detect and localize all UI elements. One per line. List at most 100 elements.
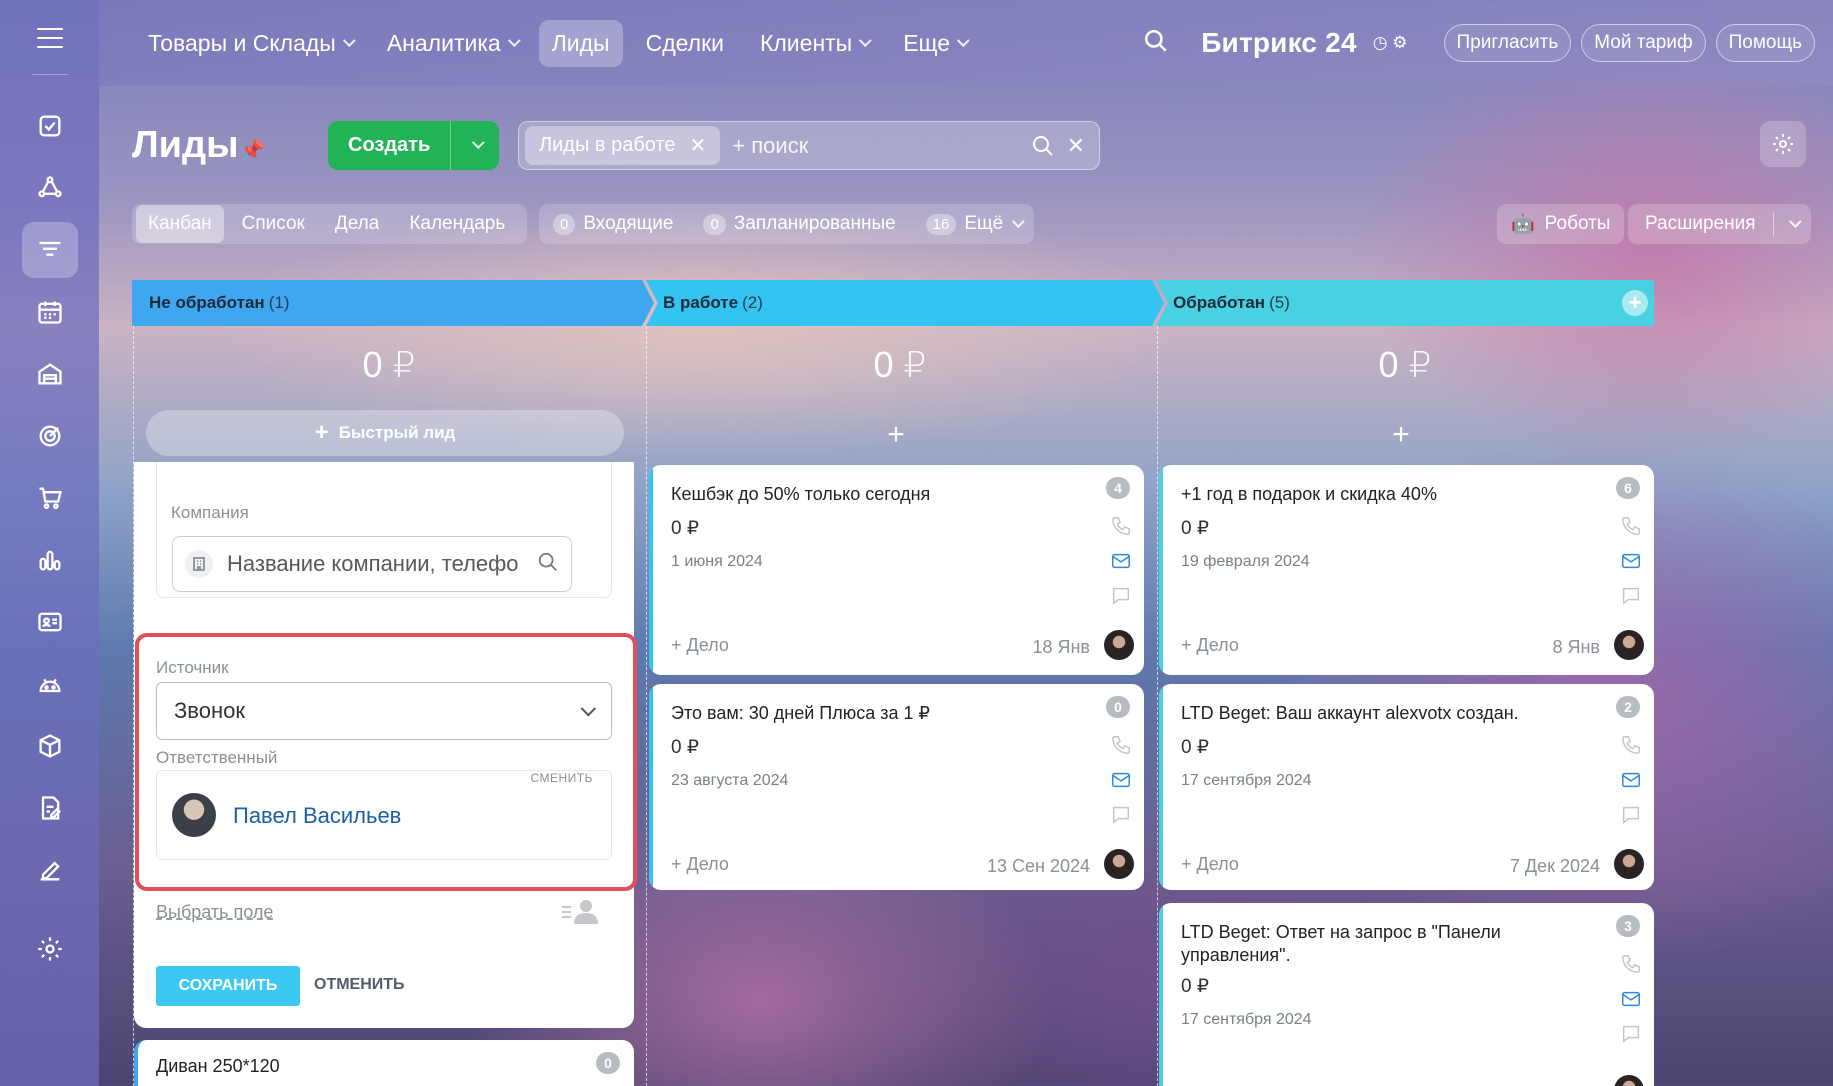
tab-activities[interactable]: Дела <box>323 205 391 243</box>
lead-title[interactable]: Кешбэк до 50% только сегодня <box>671 483 1091 506</box>
chevron-down-icon[interactable] <box>1774 214 1811 229</box>
save-button[interactable]: СОХРАНИТЬ <box>156 966 300 1006</box>
chevron-down-icon[interactable] <box>451 136 499 150</box>
invite-button[interactable]: Пригласить <box>1443 24 1572 62</box>
cancel-button[interactable]: ОТМЕНИТЬ <box>314 976 405 994</box>
lead-card[interactable]: Диван 250*120 0 <box>134 1040 634 1086</box>
mail-icon[interactable] <box>1110 769 1132 791</box>
sign-icon[interactable] <box>22 842 78 898</box>
close-icon[interactable]: ✕ <box>690 133 707 158</box>
create-button[interactable]: Создать <box>328 121 499 170</box>
box-icon[interactable] <box>22 718 78 774</box>
settings-icon[interactable] <box>22 921 78 977</box>
lead-card[interactable]: +1 год в подарок и скидка 40% 0 ₽ 19 фев… <box>1159 465 1654 675</box>
mail-icon[interactable] <box>1620 988 1642 1010</box>
nav-item-clients[interactable]: Клиенты <box>747 20 880 67</box>
lead-card[interactable]: Это вам: 30 дней Плюса за 1 ₽ 0 ₽ 23 авг… <box>649 684 1144 890</box>
add-deal-link[interactable]: + Дело <box>1181 635 1239 656</box>
avatar[interactable] <box>1614 630 1644 660</box>
add-deal-link[interactable]: + Дело <box>1181 854 1239 875</box>
nav-item-more[interactable]: Еще <box>890 20 978 67</box>
avatar[interactable] <box>1104 849 1134 879</box>
add-deal-link[interactable]: + Дело <box>671 635 729 656</box>
lead-card[interactable]: Кешбэк до 50% только сегодня 0 ₽ 1 июня … <box>649 465 1144 675</box>
chat-icon[interactable] <box>1620 585 1642 607</box>
feed-icon[interactable] <box>22 160 78 216</box>
add-column-button[interactable]: + <box>1622 290 1648 316</box>
phone-icon[interactable] <box>1110 515 1132 537</box>
column-title: Обработан <box>1173 293 1266 312</box>
analytics-icon[interactable] <box>22 408 78 464</box>
chat-icon[interactable] <box>1110 804 1132 826</box>
clock-settings-icon[interactable]: ◷ ⚙ <box>1373 33 1408 53</box>
chat-icon[interactable] <box>1620 1023 1642 1045</box>
mail-icon[interactable] <box>1620 550 1642 572</box>
calendar-icon[interactable] <box>22 284 78 340</box>
shop-icon[interactable] <box>22 470 78 526</box>
pin-icon[interactable]: 📌 <box>240 138 265 163</box>
phone-icon[interactable] <box>1110 734 1132 756</box>
filter-chip[interactable]: Лиды в работе ✕ <box>525 126 721 165</box>
robot-icon[interactable] <box>22 656 78 712</box>
menu-icon[interactable] <box>36 28 63 48</box>
company-input[interactable]: Название компании, телефо <box>172 536 572 592</box>
chat-icon[interactable] <box>1110 585 1132 607</box>
nav-item-deals[interactable]: Сделки <box>633 20 737 67</box>
top-nav: Товары и Склады Аналитика Лиды Сделки Кл… <box>135 19 988 67</box>
lead-card[interactable]: LTD Beget: Ответ на запрос в "Панели упр… <box>1159 903 1654 1086</box>
add-lead-button[interactable]: + <box>1156 418 1646 452</box>
lead-sum: 0 ₽ <box>1181 737 1209 758</box>
extensions-button[interactable]: Расширения <box>1628 204 1811 244</box>
docs-icon[interactable] <box>22 780 78 836</box>
chart-icon[interactable] <box>22 532 78 588</box>
help-button[interactable]: Помощь <box>1715 24 1815 62</box>
phone-icon[interactable] <box>1620 953 1642 975</box>
tab-calendar[interactable]: Календарь <box>397 205 517 243</box>
add-deal-link[interactable]: + Дело <box>671 854 729 875</box>
column-header-in-work[interactable]: В работе (2) <box>646 280 1166 326</box>
add-lead-button[interactable]: + <box>646 418 1146 452</box>
counter-planned[interactable]: 0 Запланированные <box>703 213 896 235</box>
counter-more[interactable]: 16 Ещё <box>925 213 1025 235</box>
search-icon[interactable] <box>1031 134 1055 158</box>
chat-icon[interactable] <box>1620 804 1642 826</box>
lead-title[interactable]: Диван 250*120 <box>156 1056 280 1077</box>
clear-icon[interactable]: ✕ <box>1067 133 1085 159</box>
lead-title[interactable]: Это вам: 30 дней Плюса за 1 ₽ <box>671 702 1091 725</box>
robots-button[interactable]: 🤖 Роботы <box>1497 204 1625 244</box>
company-placeholder: Название компании, телефо <box>227 551 519 576</box>
search-input[interactable]: + поиск <box>732 133 1030 159</box>
mail-icon[interactable] <box>1110 550 1132 572</box>
avatar[interactable] <box>1104 630 1134 660</box>
column-header-new[interactable]: Не обработан (1) <box>132 280 652 326</box>
nav-item-products[interactable]: Товары и Склады <box>135 20 364 67</box>
people-icon[interactable] <box>562 898 600 929</box>
contacts-icon[interactable] <box>22 594 78 650</box>
column-header-processed[interactable]: Обработан (5) <box>1156 280 1636 326</box>
phone-icon[interactable] <box>1620 515 1642 537</box>
lead-title[interactable]: LTD Beget: Ответ на запрос в "Панели упр… <box>1181 921 1601 967</box>
nav-item-leads[interactable]: Лиды <box>538 19 623 67</box>
quick-lead-button[interactable]: + Быстрый лид <box>146 410 624 456</box>
gear-icon[interactable] <box>1760 121 1806 167</box>
mail-icon[interactable] <box>1620 769 1642 791</box>
sidebar-divider <box>31 74 68 75</box>
lead-title[interactable]: +1 год в подарок и скидка 40% <box>1181 483 1601 506</box>
phone-icon[interactable] <box>1620 734 1642 756</box>
nav-item-analytics[interactable]: Аналитика <box>374 20 529 67</box>
lead-card[interactable]: LTD Beget: Ваш аккаунт alexvotx создан. … <box>1159 684 1654 890</box>
crm-funnel-icon[interactable] <box>21 222 78 278</box>
lead-title[interactable]: LTD Beget: Ваш аккаунт alexvotx создан. <box>1181 702 1601 725</box>
filter-search-bar[interactable]: Лиды в работе ✕ + поиск ✕ <box>518 121 1100 170</box>
tariff-button[interactable]: Мой тариф <box>1581 24 1706 62</box>
counter-incoming[interactable]: 0 Входящие <box>553 213 673 235</box>
avatar[interactable] <box>1614 849 1644 879</box>
avatar[interactable] <box>1614 1075 1644 1086</box>
choose-field-link[interactable]: Выбрать поле <box>156 902 273 923</box>
tasks-icon[interactable] <box>22 98 78 154</box>
inventory-icon[interactable] <box>22 346 78 402</box>
search-icon[interactable] <box>1143 28 1169 59</box>
search-icon[interactable] <box>537 551 571 578</box>
tab-kanban[interactable]: Канбан <box>136 205 224 243</box>
tab-list[interactable]: Список <box>230 205 317 243</box>
